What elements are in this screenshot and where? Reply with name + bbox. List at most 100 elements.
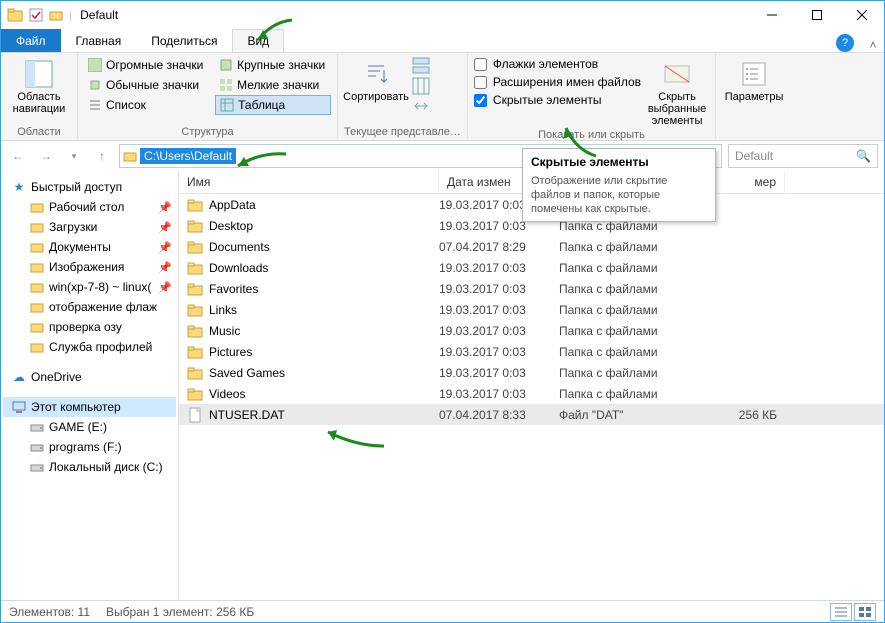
back-button[interactable]: ← (7, 145, 29, 167)
checkbox-hidden-items[interactable]: Скрытые элементы (474, 93, 641, 107)
collapse-ribbon-icon[interactable]: ˄ (862, 38, 884, 52)
tooltip-body: Отображение или скрытие файлов и папок, … (531, 175, 667, 215)
statusbar-details-view[interactable] (830, 603, 852, 621)
file-type: Папка с файлами (559, 240, 705, 254)
tree-item[interactable]: Служба профилей (21, 337, 176, 357)
tree-item[interactable]: проверка озу (21, 317, 176, 337)
pin-icon: 📌 (158, 221, 172, 234)
minimize-button[interactable] (749, 1, 794, 29)
folder-icon (187, 239, 203, 255)
file-row[interactable]: Pictures19.03.2017 0:03Папка с файлами (179, 341, 884, 362)
file-name: Documents (209, 240, 270, 254)
file-date: 19.03.2017 0:03 (439, 387, 559, 401)
view-large[interactable]: Крупные значки (215, 55, 331, 75)
computer-icon (11, 399, 27, 415)
checkbox-file-extensions[interactable]: Расширения имен файлов (474, 75, 641, 89)
tab-home[interactable]: Главная (61, 29, 137, 52)
folder-icon (29, 279, 45, 295)
tree-item[interactable]: Документы📌 (21, 237, 176, 257)
view-huge[interactable]: Огромные значки (84, 55, 209, 75)
forward-button[interactable]: → (35, 145, 57, 167)
sort-button[interactable]: Сортировать (344, 55, 408, 124)
file-name: AppData (209, 198, 256, 212)
help-icon[interactable]: ? (836, 34, 854, 52)
file-list: Имя Дата измен Тип мер AppData19.03.2017… (179, 171, 884, 600)
col-size[interactable]: мер (705, 171, 785, 193)
tree-drive[interactable]: GAME (E:) (21, 417, 176, 437)
folder-icon (187, 281, 203, 297)
add-columns-icon[interactable] (412, 77, 430, 95)
file-name: Links (209, 303, 237, 317)
search-box[interactable]: Default 🔍 (728, 144, 878, 168)
file-size: 256 КБ (705, 408, 785, 422)
statusbar-icons-view[interactable] (854, 603, 876, 621)
tree-item[interactable]: Рабочий стол📌 (21, 197, 176, 217)
status-bar: Элементов: 11 Выбран 1 элемент: 256 КБ (1, 600, 884, 622)
tooltip-hidden-items: Скрытые элементы Отображение или скрытие… (522, 148, 716, 222)
hide-selected-button[interactable]: Скрыть выбранные элементы (645, 55, 709, 127)
recent-button[interactable]: ▾ (63, 145, 85, 167)
sort-icon (361, 59, 391, 89)
view-details[interactable]: Таблица (215, 95, 331, 115)
file-row[interactable]: Saved Games19.03.2017 0:03Папка с файлам… (179, 362, 884, 383)
view-normal[interactable]: Обычные значки (84, 75, 209, 95)
file-type: Папка с файлами (559, 282, 705, 296)
tree-item[interactable]: win(xp-7-8) ~ linux(📌 (21, 277, 176, 297)
tree-item[interactable]: Изображения📌 (21, 257, 176, 277)
file-row[interactable]: Music19.03.2017 0:03Папка с файлами (179, 320, 884, 341)
file-icon (187, 407, 203, 423)
col-name[interactable]: Имя (179, 171, 439, 193)
file-name: Desktop (209, 219, 253, 233)
folder-icon (187, 365, 203, 381)
folder-icon (187, 218, 203, 234)
file-type: Папка с файлами (559, 345, 705, 359)
file-date: 19.03.2017 0:03 (439, 303, 559, 317)
navigation-tree[interactable]: ★ Быстрый доступ Рабочий стол📌Загрузки📌Д… (1, 171, 179, 600)
tab-view[interactable]: Вид (232, 29, 284, 52)
file-row[interactable]: Videos19.03.2017 0:03Папка с файлами (179, 383, 884, 404)
folder-icon (29, 239, 45, 255)
file-row[interactable]: Favorites19.03.2017 0:03Папка с файлами (179, 278, 884, 299)
ribbon-group-current: Текущее представле… (344, 124, 461, 140)
view-list[interactable]: Список (84, 95, 209, 115)
file-type: Папка с файлами (559, 324, 705, 338)
ribbon-group-panes: Области (7, 124, 71, 140)
view-small[interactable]: Мелкие значки (215, 75, 331, 95)
ribbon: Область навигации Области Огромные значк… (1, 53, 884, 141)
maximize-button[interactable] (794, 1, 839, 29)
group-by-icon[interactable] (412, 57, 430, 75)
tree-item[interactable]: Загрузки📌 (21, 217, 176, 237)
tree-quick-access[interactable]: ★ Быстрый доступ (3, 177, 176, 197)
tree-this-pc[interactable]: Этот компьютер (3, 397, 176, 417)
file-row[interactable]: Links19.03.2017 0:03Папка с файлами (179, 299, 884, 320)
layout-views: Огромные значки Крупные значки Обычные з… (84, 55, 331, 115)
drive-icon (29, 439, 45, 455)
tree-drive[interactable]: programs (F:) (21, 437, 176, 457)
tab-share[interactable]: Поделиться (136, 29, 232, 52)
navpane-icon (24, 59, 54, 89)
tooltip-title: Скрытые элементы (531, 155, 707, 169)
file-name: Videos (209, 387, 245, 401)
folder-icon (7, 7, 23, 23)
file-row[interactable]: Documents07.04.2017 8:29Папка с файлами (179, 236, 884, 257)
tab-file[interactable]: Файл (1, 29, 61, 52)
drive-icon (29, 419, 45, 435)
qat-folder-icon[interactable] (49, 8, 63, 22)
file-type: Файл "DAT" (559, 408, 705, 422)
qat-checkbox-icon[interactable] (29, 8, 43, 22)
file-row[interactable]: Downloads19.03.2017 0:03Папка с файлами (179, 257, 884, 278)
options-button[interactable]: Параметры (722, 55, 786, 124)
search-placeholder: Default (735, 149, 773, 163)
close-button[interactable] (839, 1, 884, 29)
tree-drive[interactable]: Локальный диск (C:) (21, 457, 176, 477)
search-icon: 🔍 (856, 149, 871, 163)
tree-onedrive[interactable]: ☁ OneDrive (3, 367, 176, 387)
up-button[interactable]: ↑ (91, 145, 113, 167)
address-bar-row: ← → ▾ ↑ C:\Users\Default Default 🔍 (1, 141, 884, 171)
size-columns-icon[interactable] (412, 97, 430, 115)
checkbox-item-flags[interactable]: Флажки элементов (474, 57, 641, 71)
tree-item[interactable]: отображение флаж (21, 297, 176, 317)
file-name: Music (209, 324, 240, 338)
navigation-pane-button[interactable]: Область навигации (7, 55, 71, 124)
file-row[interactable]: NTUSER.DAT07.04.2017 8:33Файл "DAT"256 К… (179, 404, 884, 425)
